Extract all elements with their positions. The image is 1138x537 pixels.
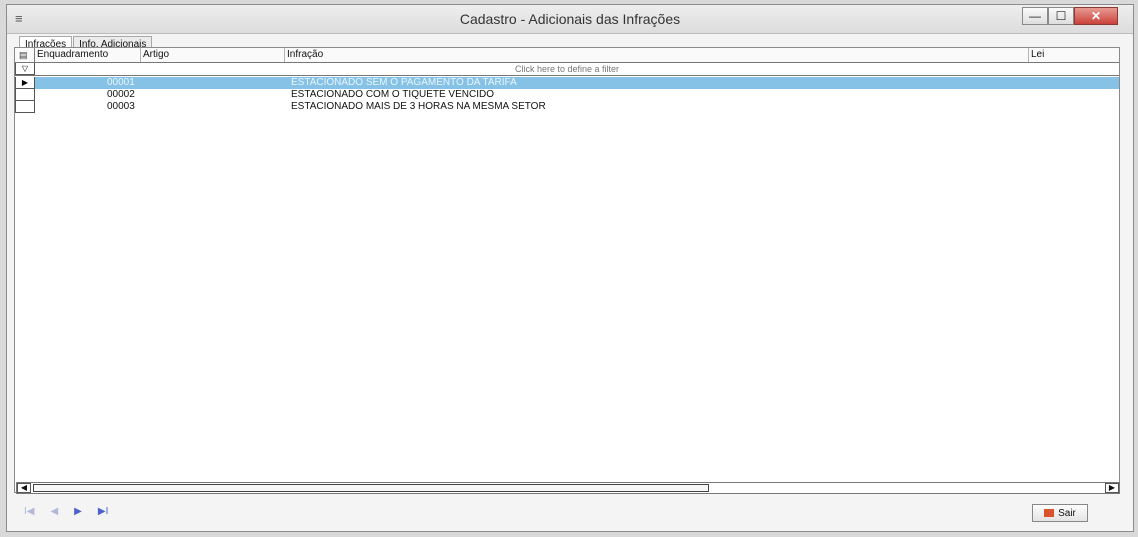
last-record-icon[interactable]: ▶I: [98, 506, 108, 517]
row-indicator: [15, 89, 35, 101]
column-header-enquadramento[interactable]: Enquadramento: [35, 48, 141, 62]
filter-hint: Click here to define a filter: [514, 64, 620, 74]
column-header-lei[interactable]: Lei: [1029, 48, 1119, 62]
scrollbar-thumb[interactable]: [33, 484, 709, 492]
table-row[interactable]: ▶ 00001 ESTACIONADO SEM O PAGAMENTO DA T…: [15, 77, 1119, 89]
column-chooser-icon: ▤: [19, 50, 28, 60]
title-bar[interactable]: ≡ Cadastro - Adicionais das Infrações — …: [7, 5, 1133, 34]
filter-icon: ▽: [15, 63, 35, 75]
first-record-icon[interactable]: I◀: [24, 506, 34, 517]
horizontal-scrollbar[interactable]: ◀ ▶: [16, 482, 1120, 494]
infracoes-grid: ▤ Enquadramento Artigo Infração Lei ▽ Cl…: [14, 47, 1120, 493]
table-row[interactable]: 00003 ESTACIONADO MAIS DE 3 HORAS NA MES…: [15, 101, 1119, 113]
record-navigator: I◀ ◀ ▶ ▶I: [24, 506, 108, 517]
column-header-infracao[interactable]: Infração: [285, 48, 1029, 62]
scroll-right-icon[interactable]: ▶: [1105, 483, 1119, 493]
row-indicator: [15, 101, 35, 113]
column-customize-button[interactable]: ▤: [15, 48, 35, 62]
exit-label: Sair: [1058, 507, 1076, 519]
cell-infracao: ESTACIONADO MAIS DE 3 HORAS NA MESMA SET…: [291, 101, 546, 112]
table-row[interactable]: 00002 ESTACIONADO COM O TIQUETE VENCIDO: [15, 89, 1119, 101]
cell-enquadramento: 00001: [107, 77, 135, 88]
grid-header: ▤ Enquadramento Artigo Infração Lei: [15, 48, 1119, 63]
cell-infracao: ESTACIONADO COM O TIQUETE VENCIDO: [291, 89, 494, 100]
scroll-left-icon[interactable]: ◀: [17, 483, 31, 493]
maximize-button[interactable]: ☐: [1048, 7, 1074, 25]
cell-enquadramento: 00003: [107, 101, 135, 112]
exit-icon: [1044, 509, 1055, 517]
window-title: Cadastro - Adicionais das Infrações: [459, 11, 681, 27]
prev-record-icon[interactable]: ◀: [50, 506, 58, 517]
exit-button[interactable]: Sair: [1032, 504, 1088, 522]
minimize-button[interactable]: —: [1022, 7, 1048, 25]
next-record-icon[interactable]: ▶: [74, 506, 82, 517]
filter-row[interactable]: ▽ Click here to define a filter: [15, 63, 1119, 76]
column-header-artigo[interactable]: Artigo: [141, 48, 285, 62]
close-button[interactable]: ✕: [1074, 7, 1118, 25]
current-row-indicator-icon: ▶: [15, 77, 35, 89]
cell-enquadramento: 00002: [107, 89, 135, 100]
cell-infracao: ESTACIONADO SEM O PAGAMENTO DA TARIFA: [291, 77, 517, 88]
